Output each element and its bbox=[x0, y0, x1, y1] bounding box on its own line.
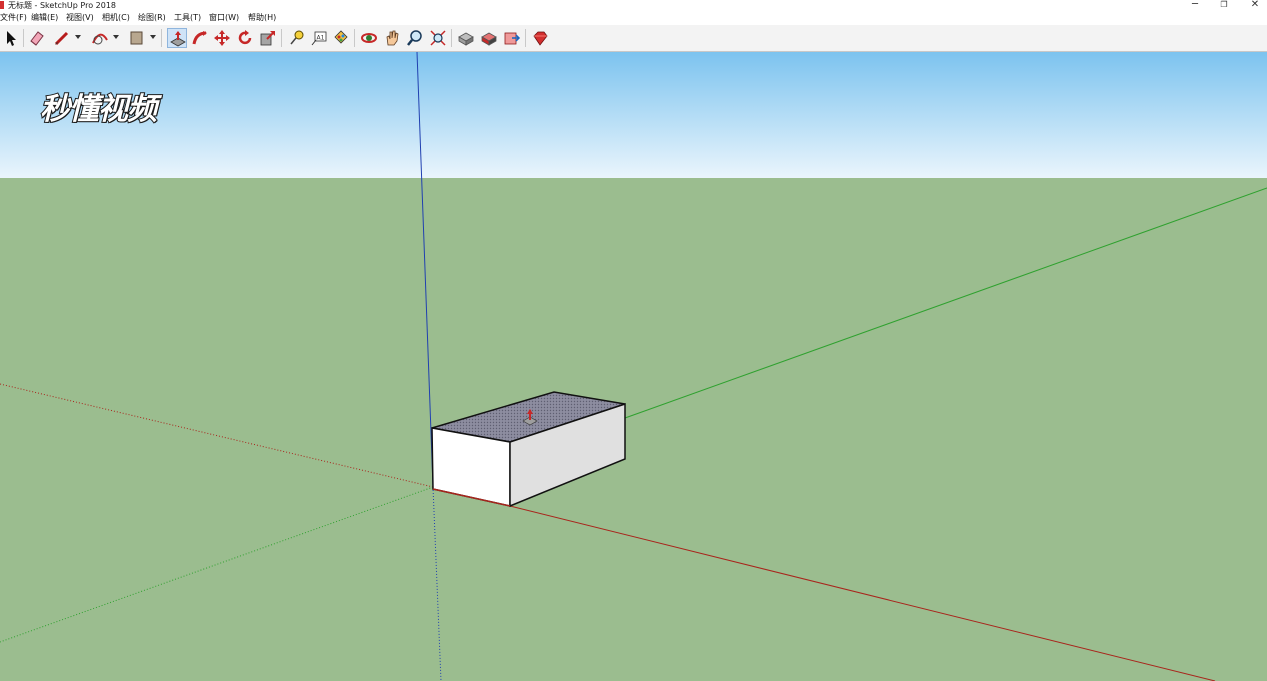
restore-button[interactable]: ❐ bbox=[1207, 0, 1241, 11]
toolbar-separator bbox=[354, 29, 355, 47]
watermark-logo: 秒懂视频 bbox=[39, 91, 158, 128]
arc-dropdown-arrow[interactable] bbox=[113, 35, 119, 39]
menu-edit[interactable]: 编辑(E) bbox=[31, 11, 58, 25]
sky bbox=[0, 52, 1267, 178]
ruby-extension-icon[interactable] bbox=[530, 28, 550, 48]
tape-measure-icon[interactable] bbox=[286, 28, 306, 48]
arc-icon[interactable] bbox=[90, 28, 110, 48]
orbit-icon[interactable] bbox=[359, 28, 379, 48]
rectangle-shape-icon[interactable] bbox=[127, 28, 147, 48]
svg-text:A1: A1 bbox=[317, 35, 325, 42]
menu-window[interactable]: 窗口(W) bbox=[209, 11, 239, 25]
select-arrow-icon[interactable] bbox=[1, 28, 21, 48]
toolbar-separator bbox=[161, 29, 162, 47]
modeling-viewport[interactable]: 秒懂视频 bbox=[0, 52, 1267, 681]
shape-dropdown-arrow[interactable] bbox=[150, 35, 156, 39]
line-dropdown-arrow[interactable] bbox=[75, 35, 81, 39]
paint-bucket-icon[interactable] bbox=[331, 28, 351, 48]
scene-canvas[interactable] bbox=[0, 52, 1267, 681]
zoom-extents-icon[interactable] bbox=[428, 28, 448, 48]
menu-help[interactable]: 帮助(H) bbox=[248, 11, 276, 25]
extension-warehouse-icon[interactable] bbox=[479, 28, 499, 48]
menu-draw[interactable]: 绘图(R) bbox=[138, 11, 166, 25]
title-bar: 无标题 - SketchUp Pro 2018 ─ ❐ ✕ bbox=[0, 0, 1267, 11]
pan-hand-icon[interactable] bbox=[382, 28, 402, 48]
main-toolbar: A1 bbox=[0, 25, 1267, 52]
move-icon[interactable] bbox=[212, 28, 232, 48]
menu-tools[interactable]: 工具(T) bbox=[174, 11, 201, 25]
text-label-icon[interactable]: A1 bbox=[309, 28, 329, 48]
menu-view[interactable]: 视图(V) bbox=[66, 11, 94, 25]
close-button[interactable]: ✕ bbox=[1238, 0, 1267, 11]
window-title: 无标题 - SketchUp Pro 2018 bbox=[8, 1, 116, 10]
sketchup-app-icon bbox=[0, 1, 4, 9]
follow-me-icon[interactable] bbox=[190, 28, 210, 48]
toolbar-separator bbox=[525, 29, 526, 47]
rotate-icon[interactable] bbox=[235, 28, 255, 48]
push-pull-icon[interactable] bbox=[167, 28, 187, 48]
eraser-icon[interactable] bbox=[27, 28, 47, 48]
menu-file[interactable]: 文件(F) bbox=[0, 11, 27, 25]
zoom-icon[interactable] bbox=[405, 28, 425, 48]
toolbar-separator bbox=[23, 29, 24, 47]
menu-camera[interactable]: 相机(C) bbox=[102, 11, 130, 25]
sketchup-window: 无标题 - SketchUp Pro 2018 ─ ❐ ✕ 文件(F) 编辑(E… bbox=[0, 0, 1267, 681]
menu-bar: 文件(F) 编辑(E) 视图(V) 相机(C) 绘图(R) 工具(T) 窗口(W… bbox=[0, 11, 1267, 25]
line-pencil-icon[interactable] bbox=[52, 28, 72, 48]
layout-send-icon[interactable] bbox=[502, 28, 522, 48]
3d-warehouse-icon[interactable] bbox=[456, 28, 476, 48]
scale-icon[interactable] bbox=[258, 28, 278, 48]
toolbar-separator bbox=[451, 29, 452, 47]
toolbar-separator bbox=[281, 29, 282, 47]
